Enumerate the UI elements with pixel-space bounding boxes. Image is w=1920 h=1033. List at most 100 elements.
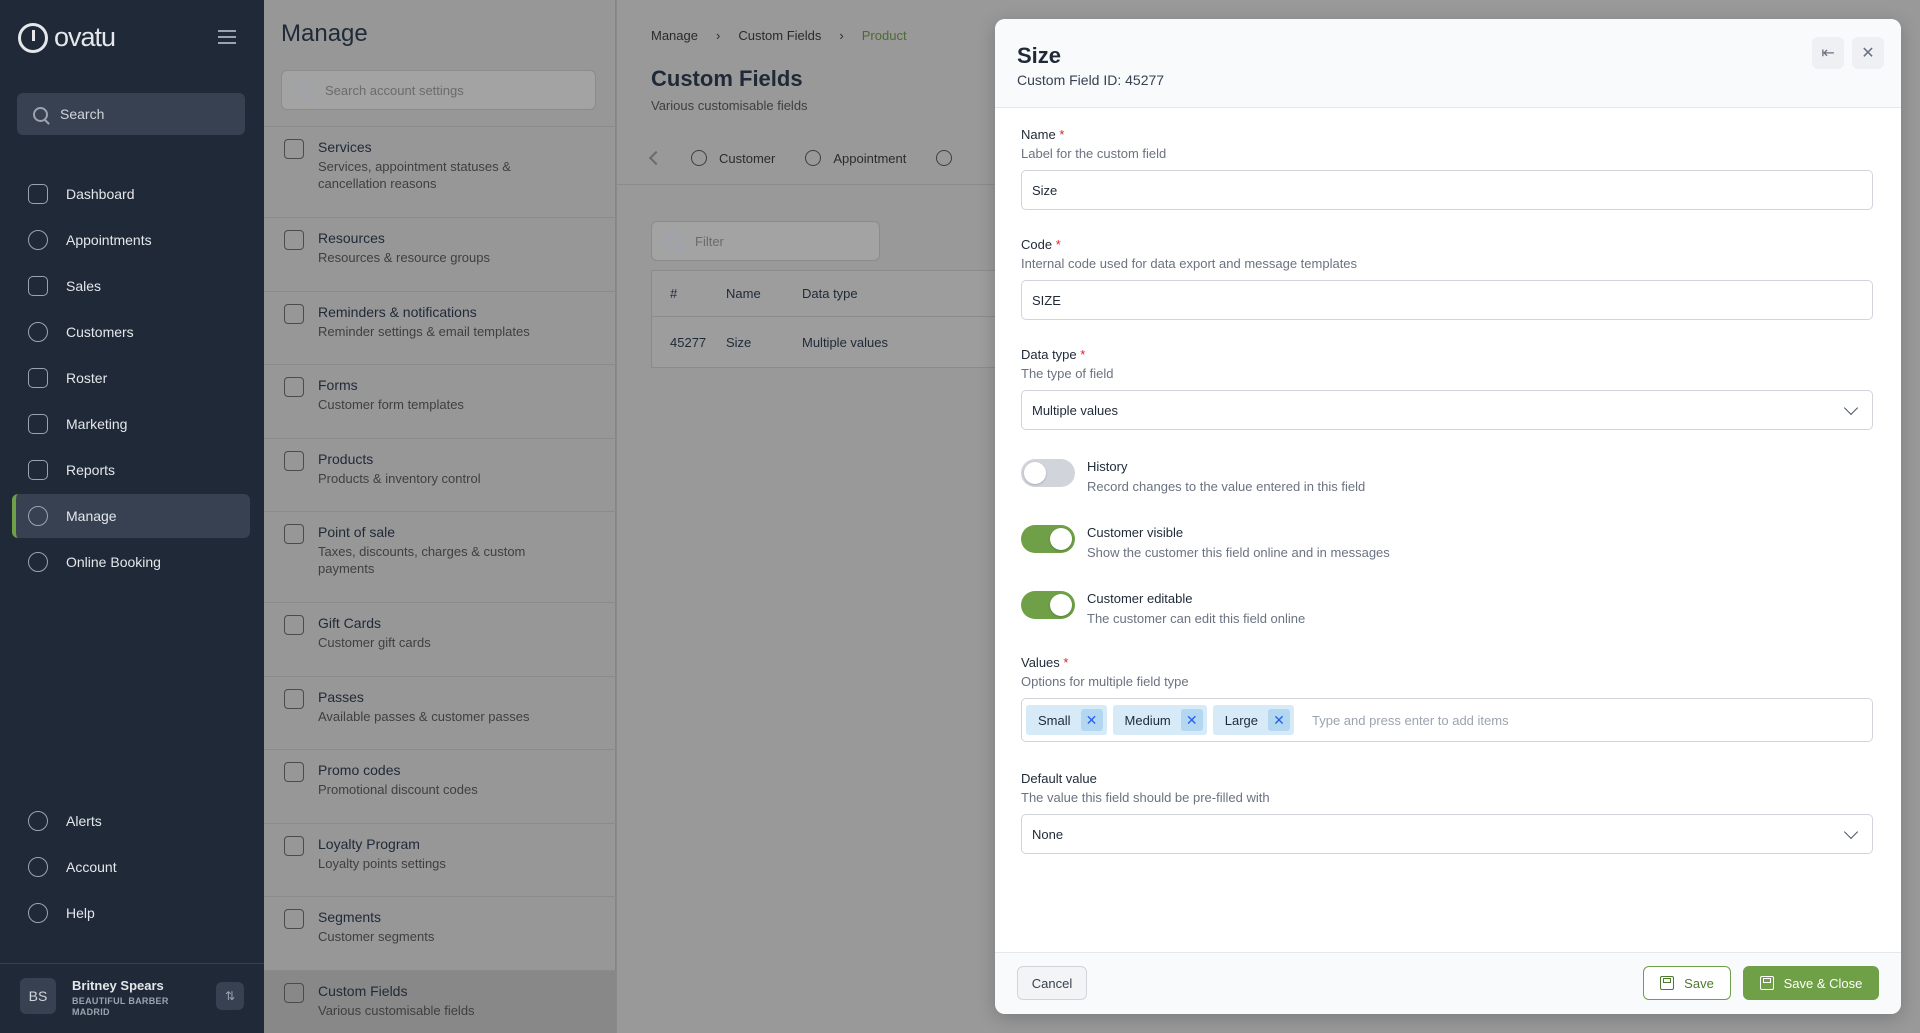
code-label-text: Code — [1021, 237, 1053, 252]
column-header-name: Name — [726, 286, 761, 301]
manage-item-promo-codes[interactable]: Promo codes Promotional discount codes — [264, 749, 616, 823]
modal-title: Size — [1017, 43, 1062, 68]
manage-item-title: Resources — [318, 230, 385, 246]
manage-item-gift-cards[interactable]: Gift Cards Customer gift cards — [264, 602, 616, 676]
name-field: Name * Label for the custom field Size — [1021, 127, 1873, 210]
manage-item-products[interactable]: Products Products & inventory control — [264, 437, 616, 512]
nav-items: Dashboard Appointments Sales Customers R… — [12, 172, 250, 586]
history-label: History — [1087, 459, 1128, 474]
custom-fields-table: # Name Data type 45277 Size Multiple val… — [651, 270, 1051, 368]
customer-editable-toggle[interactable] — [1021, 591, 1075, 619]
nav-search-button[interactable]: Search — [17, 93, 245, 135]
customer-visible-toggle[interactable] — [1021, 525, 1075, 553]
tab-customer[interactable]: Customer — [691, 150, 775, 166]
manage-item-point-of-sale[interactable]: Point of sale Taxes, discounts, charges &… — [264, 511, 616, 602]
chevron-left-icon[interactable] — [648, 150, 664, 166]
code-input[interactable]: SIZE — [1021, 280, 1873, 320]
remove-tag-icon[interactable]: ✕ — [1080, 709, 1103, 731]
manage-item-title: Loyalty Program — [318, 835, 420, 852]
account-icon — [28, 857, 48, 877]
breadcrumb-product: Product — [861, 28, 907, 43]
cancel-button[interactable]: Cancel — [1017, 966, 1087, 1000]
left-navigation: ovatu Search Dashboard Appointments Sale… — [0, 0, 264, 1033]
remove-tag-icon[interactable]: ✕ — [1268, 709, 1291, 731]
filter-input[interactable]: Filter — [651, 221, 880, 261]
nav-item-help[interactable]: Help — [12, 891, 250, 935]
clock-icon[interactable] — [936, 150, 953, 166]
tag-small: Small ✕ — [1026, 705, 1107, 735]
required-mark: * — [1059, 127, 1065, 142]
user-menu[interactable]: BS Britney Spears BEAUTIFUL BARBER MADRI… — [0, 963, 264, 1033]
coupon-icon — [284, 762, 304, 782]
nav-item-roster[interactable]: Roster — [12, 356, 250, 400]
switch-account-icon[interactable]: ⇅ — [216, 982, 244, 1010]
manage-item-title: Promo codes — [318, 762, 401, 778]
nav-bottom-items: Alerts Account Help — [12, 799, 250, 937]
cell-id: 45277 — [670, 334, 707, 350]
users-icon — [28, 322, 48, 342]
manage-item-title: Custom Fields — [318, 982, 408, 999]
nav-item-dashboard[interactable]: Dashboard — [12, 172, 250, 216]
nav-item-account[interactable]: Account — [12, 845, 250, 889]
bell-icon — [28, 811, 48, 831]
manage-item-sub: Various customisable fields — [318, 1002, 475, 1018]
manage-item-title: Products — [318, 450, 374, 467]
save-icon — [1759, 976, 1774, 990]
required-mark: * — [1063, 655, 1069, 670]
form-icon — [284, 377, 304, 397]
nav-item-marketing[interactable]: Marketing — [12, 402, 250, 446]
list-icon — [284, 982, 304, 1003]
nav-item-label: Alerts — [66, 813, 102, 829]
tab-appointment[interactable]: Appointment — [805, 150, 906, 166]
customer-editable-hint: The customer can edit this field online — [1087, 611, 1306, 626]
tag-medium: Medium ✕ — [1112, 705, 1207, 735]
manage-item-sub: Services, appointment statuses & cancell… — [318, 159, 511, 191]
code-field: Code * Internal code used for data expor… — [1021, 237, 1873, 320]
modal-footer: Cancel Save Save & Close — [995, 952, 1901, 1014]
manage-item-passes[interactable]: Passes Available passes & customer passes — [264, 675, 616, 750]
search-icon — [666, 233, 681, 249]
history-toggle[interactable] — [1021, 459, 1075, 487]
avatar: BS — [20, 978, 56, 1014]
brand-name: ovatu — [54, 22, 116, 52]
remove-tag-icon[interactable]: ✕ — [1180, 709, 1203, 731]
column-header-data-type: Data type — [802, 286, 858, 301]
values-tag-input[interactable]: Small ✕ Medium ✕ Large ✕ Type and press ent… — [1021, 698, 1873, 742]
manage-item-resources[interactable]: Resources Resources & resource groups — [264, 217, 616, 291]
breadcrumb-custom-fields[interactable]: Custom Fields — [738, 28, 821, 43]
page-subtitle: Various customisable fields — [651, 98, 808, 113]
history-setting: History Record changes to the value ente… — [1021, 459, 1873, 503]
nav-item-sales[interactable]: Sales — [12, 264, 250, 308]
nav-item-manage[interactable]: Manage — [12, 494, 250, 538]
manage-item-segments[interactable]: Segments Customer segments — [264, 896, 616, 970]
manage-item-forms[interactable]: Forms Customer form templates — [264, 364, 616, 438]
expand-panel-icon[interactable]: ⇤ — [1812, 37, 1844, 69]
manage-item-loyalty[interactable]: Loyalty Program Loyalty points settings — [264, 822, 616, 897]
manage-search-placeholder: Search account settings — [325, 82, 464, 98]
manage-item-title: Segments — [318, 909, 382, 925]
nav-item-online-booking[interactable]: Online Booking — [12, 540, 250, 584]
manage-search-input[interactable]: Search account settings — [281, 70, 596, 110]
save-and-close-button[interactable]: Save & Close — [1743, 966, 1879, 1000]
manage-panel: Manage Search account settings Services S… — [264, 0, 616, 1033]
manage-item-services[interactable]: Services Services, appointment statuses &… — [264, 126, 616, 217]
breadcrumb-manage[interactable]: Manage — [651, 28, 698, 43]
save-button[interactable]: Save — [1643, 966, 1731, 1000]
manage-item-sub: Customer form templates — [318, 397, 464, 412]
manage-item-reminders[interactable]: Reminders & notifications Reminder settin… — [264, 290, 616, 365]
data-type-select[interactable]: Multiple values — [1021, 390, 1873, 430]
manage-item-custom-fields[interactable]: Custom Fields Various customisable fields — [264, 969, 616, 1033]
nav-item-reports[interactable]: Reports — [12, 448, 250, 492]
name-input[interactable]: Size — [1021, 170, 1873, 210]
ovatu-logo[interactable]: ovatu — [18, 22, 116, 53]
breadcrumb-separator-icon: › — [839, 28, 844, 43]
add-value-input[interactable]: Type and press enter to add items — [1300, 713, 1509, 728]
close-icon[interactable]: ✕ — [1852, 37, 1884, 69]
default-value-field: Default value The value this field shoul… — [1021, 771, 1873, 854]
table-row[interactable]: 45277 Size Multiple values — [652, 317, 1050, 367]
nav-item-appointments[interactable]: Appointments — [12, 218, 250, 262]
default-value-select[interactable]: None — [1021, 814, 1873, 854]
hamburger-menu-icon[interactable] — [218, 30, 236, 44]
nav-item-customers[interactable]: Customers — [12, 310, 250, 354]
nav-item-alerts[interactable]: Alerts — [12, 799, 250, 843]
